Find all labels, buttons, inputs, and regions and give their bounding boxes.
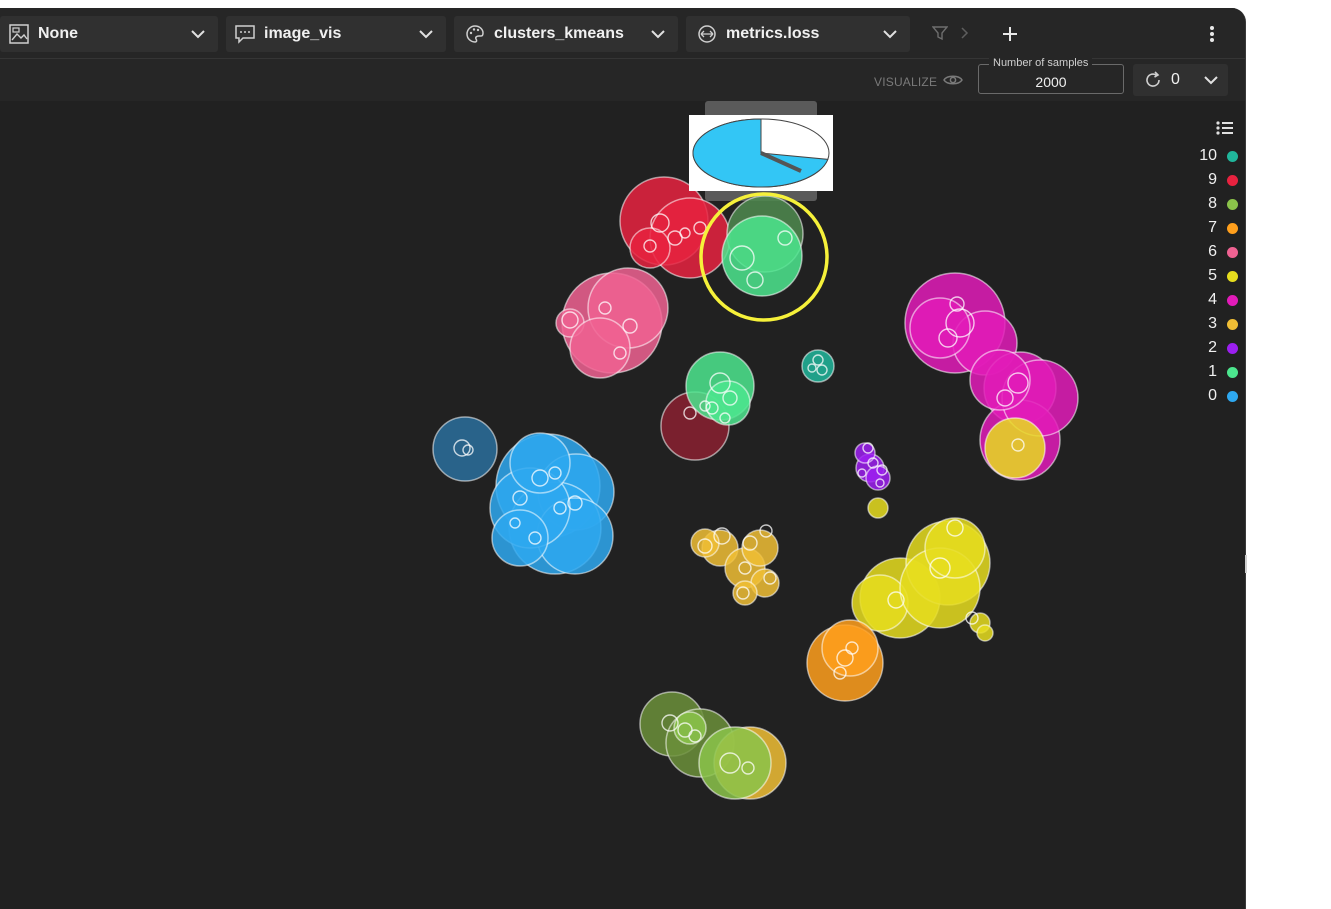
legend-label: 2	[1208, 339, 1217, 356]
embedding-panel: None image_vis clusters_kmeans metrics.l…	[0, 8, 1246, 909]
legend-dot	[1227, 198, 1238, 210]
legend-label: 8	[1208, 195, 1217, 212]
samples-value[interactable]: 2000	[979, 74, 1123, 90]
hover-thumbnail	[689, 115, 833, 191]
legend-dot	[1227, 342, 1238, 354]
embedding-point[interactable]	[569, 317, 631, 379]
caption-source-label: image_vis	[264, 25, 342, 42]
embedding-point[interactable]	[698, 726, 772, 800]
legend-label: 0	[1208, 387, 1217, 404]
legend-dot	[1227, 246, 1238, 258]
legend-item-2[interactable]: 2	[1180, 337, 1238, 359]
refresh-value: 0	[1171, 71, 1180, 88]
legend-dot	[1227, 174, 1238, 186]
color-source-dropdown[interactable]: clusters_kmeans	[454, 16, 678, 52]
palette-icon	[464, 23, 486, 45]
chevron-down-icon	[1204, 75, 1218, 85]
embedding-point[interactable]	[984, 417, 1046, 479]
legend-item-10[interactable]: 10	[1180, 145, 1238, 167]
embedding-point[interactable]	[976, 624, 994, 642]
legend-dot	[1227, 270, 1238, 282]
panel-resize-handle[interactable]	[1245, 555, 1247, 573]
visualize-button[interactable]: VISUALIZE	[874, 73, 964, 90]
image-source-dropdown[interactable]: None	[0, 16, 218, 52]
embedding-point[interactable]	[867, 497, 889, 519]
eye-icon	[943, 73, 964, 90]
embedding-point[interactable]	[629, 227, 671, 269]
image-icon	[8, 23, 30, 45]
embedding-point[interactable]	[491, 509, 549, 567]
legend-item-1[interactable]: 1	[1180, 361, 1238, 383]
legend-dot	[1227, 390, 1238, 402]
embedding-point[interactable]	[924, 517, 986, 579]
chevron-right-icon	[958, 23, 972, 43]
embedding-point[interactable]	[509, 432, 571, 494]
legend-item-7[interactable]: 7	[1180, 217, 1238, 239]
legend-dot	[1227, 150, 1238, 162]
legend-label: 10	[1199, 147, 1217, 164]
legend-dot	[1227, 294, 1238, 306]
legend-item-4[interactable]: 4	[1180, 289, 1238, 311]
legend-label: 5	[1208, 267, 1217, 284]
chevron-down-icon	[882, 26, 898, 42]
visualize-label: VISUALIZE	[874, 74, 938, 89]
legend-item-5[interactable]: 5	[1180, 265, 1238, 287]
comment-icon	[234, 23, 256, 45]
embedding-point[interactable]	[821, 619, 879, 677]
legend-item-9[interactable]: 9	[1180, 169, 1238, 191]
legend-label: 4	[1208, 291, 1217, 308]
image-source-label: None	[38, 25, 78, 42]
sub-toolbar: VISUALIZE Number of samples 2000 0	[0, 57, 1245, 101]
embedding-point[interactable]	[909, 297, 971, 359]
legend-label: 1	[1208, 363, 1217, 380]
more-vertical-icon[interactable]	[1200, 22, 1224, 46]
legend-label: 3	[1208, 315, 1217, 332]
chevron-down-icon	[650, 26, 666, 42]
embedding-point[interactable]	[705, 380, 751, 426]
size-source-dropdown[interactable]: metrics.loss	[686, 16, 910, 52]
embedding-point[interactable]	[969, 349, 1031, 411]
legend-item-0[interactable]: 0	[1180, 385, 1238, 407]
legend-item-6[interactable]: 6	[1180, 241, 1238, 263]
legend-label: 9	[1208, 171, 1217, 188]
scatter-plot-area[interactable]: 10 9 8 7 6 5 4 3 2 1 0	[0, 101, 1245, 909]
legend-item-8[interactable]: 8	[1180, 193, 1238, 215]
legend-label: 6	[1208, 243, 1217, 260]
toolbar: None image_vis clusters_kmeans metrics.l…	[0, 8, 1245, 59]
number-of-samples-field[interactable]: Number of samples 2000	[978, 57, 1124, 94]
embedding-point[interactable]	[432, 416, 498, 482]
caption-source-dropdown[interactable]: image_vis	[226, 16, 446, 52]
embedding-point[interactable]	[741, 529, 779, 567]
size-source-label: metrics.loss	[726, 25, 820, 42]
refresh-select[interactable]: 0	[1133, 64, 1228, 96]
filter-icon[interactable]	[930, 23, 950, 43]
samples-label: Number of samples	[989, 57, 1093, 69]
size-icon	[696, 23, 718, 45]
chevron-down-icon	[190, 26, 206, 42]
legend-dot	[1227, 222, 1238, 234]
embedding-scatter[interactable]	[0, 101, 1245, 909]
legend-dot	[1227, 366, 1238, 378]
plus-icon[interactable]	[998, 22, 1022, 46]
color-source-label: clusters_kmeans	[494, 25, 624, 42]
legend-dot	[1227, 318, 1238, 330]
refresh-icon	[1143, 70, 1163, 90]
legend-item-3[interactable]: 3	[1180, 313, 1238, 335]
chevron-down-icon	[418, 26, 434, 42]
legend-label: 7	[1208, 219, 1217, 236]
